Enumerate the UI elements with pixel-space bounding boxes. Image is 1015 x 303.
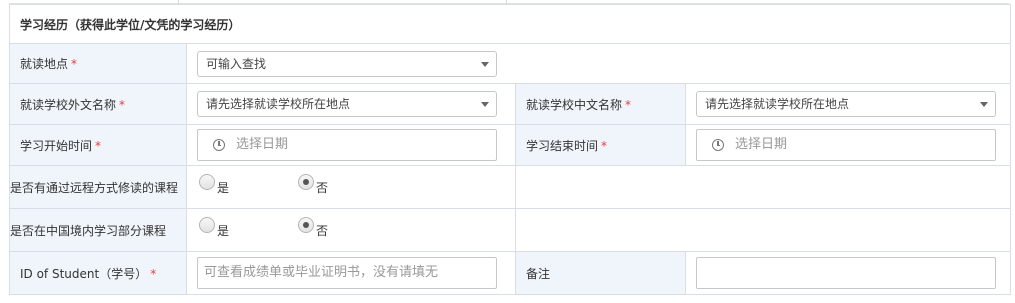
student-id-placeholder: 可查看成绩单或毕业证明书，没有请填无 bbox=[204, 265, 439, 280]
school-chinese-select[interactable]: 请先选择就读学校所在地点 bbox=[696, 91, 996, 117]
in-china-no-option[interactable]: 否 bbox=[298, 216, 328, 238]
radio-unchecked-icon[interactable] bbox=[199, 217, 215, 233]
chevron-down-icon bbox=[481, 61, 489, 67]
school-foreign-select[interactable]: 请先选择就读学校所在地点 bbox=[197, 91, 497, 117]
start-date-label: 学习开始时间 * bbox=[9, 124, 187, 166]
distance-yes-option[interactable]: 是 bbox=[199, 173, 229, 195]
chevron-down-icon bbox=[980, 102, 988, 107]
in-china-yes-option[interactable]: 是 bbox=[199, 216, 229, 238]
clock-icon bbox=[213, 139, 225, 151]
location-select-value: 可输入查找 bbox=[206, 56, 267, 71]
distance-no-option[interactable]: 否 bbox=[298, 173, 328, 195]
in-china-yes-label: 是 bbox=[217, 224, 230, 238]
location-select[interactable]: 可输入查找 bbox=[197, 50, 497, 77]
distance-yes-label: 是 bbox=[217, 181, 230, 195]
student-id-label: ID of Student（学号） * bbox=[9, 251, 187, 295]
distance-radio-group: 是 否 bbox=[197, 167, 515, 207]
study-history-form: 学习经历（获得此学位/文凭的学习经历） 就读地点 * 可输入查找 就读学校外文名称… bbox=[8, 4, 1012, 295]
radio-checked-icon[interactable] bbox=[298, 174, 314, 190]
in-china-radio-group: 是 否 bbox=[197, 210, 515, 250]
distance-label: 是否有通过远程方式修读的课程 bbox=[9, 165, 187, 209]
student-id-input[interactable]: 可查看成绩单或毕业证明书，没有请填无 bbox=[197, 257, 497, 289]
remark-input[interactable] bbox=[696, 257, 996, 289]
in-china-no-label: 否 bbox=[316, 224, 329, 238]
in-china-label: 是否在中国境内学习部分课程 bbox=[9, 208, 187, 252]
section-title: 学习经历（获得此学位/文凭的学习经历） bbox=[8, 4, 1012, 44]
end-date-label: 学习结束时间 * bbox=[515, 124, 686, 166]
school-chinese-value: 请先选择就读学校所在地点 bbox=[705, 97, 850, 111]
start-date-picker[interactable]: 选择日期 bbox=[197, 129, 497, 161]
school-foreign-value: 请先选择就读学校所在地点 bbox=[206, 97, 351, 111]
end-date-picker[interactable]: 选择日期 bbox=[696, 129, 996, 161]
clock-icon bbox=[712, 139, 724, 151]
school-foreign-label: 就读学校外文名称 * bbox=[9, 83, 187, 125]
end-date-placeholder: 选择日期 bbox=[735, 137, 788, 152]
radio-unchecked-icon[interactable] bbox=[199, 174, 215, 190]
remark-label: 备注 bbox=[515, 251, 686, 295]
location-label: 就读地点 * bbox=[9, 43, 187, 84]
chevron-down-icon bbox=[481, 102, 489, 107]
empty-cell bbox=[514, 208, 1012, 252]
distance-no-label: 否 bbox=[316, 181, 329, 195]
radio-checked-icon[interactable] bbox=[298, 217, 314, 233]
school-chinese-label: 就读学校中文名称 * bbox=[515, 83, 686, 125]
start-date-placeholder: 选择日期 bbox=[236, 137, 289, 152]
empty-cell bbox=[514, 165, 1012, 209]
